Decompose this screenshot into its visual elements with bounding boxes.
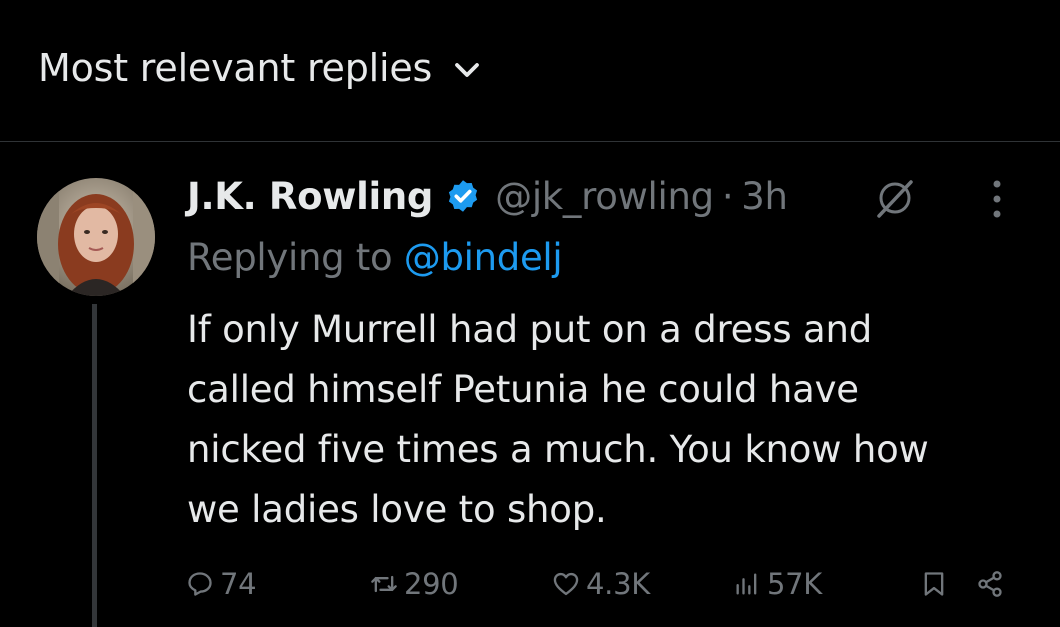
reply-button[interactable]: 74	[186, 562, 257, 606]
bookmark-icon	[924, 572, 944, 596]
reply-mention-link[interactable]: @bindelj	[404, 236, 563, 279]
like-count: 4.3K	[586, 567, 650, 601]
chevron-down-icon	[455, 63, 480, 77]
sort-label: Most relevant replies	[38, 46, 433, 90]
views-chart-icon	[736, 573, 757, 595]
tweet-header: J.K. Rowling @jk_rowling · 3h	[187, 170, 788, 222]
grok-icon[interactable]	[875, 178, 915, 218]
repost-button[interactable]: 290	[370, 562, 459, 606]
sort-replies-dropdown[interactable]: Most relevant replies	[38, 46, 482, 90]
repost-count: 290	[404, 567, 459, 601]
share-button[interactable]	[976, 562, 1004, 606]
reply-icon	[188, 572, 212, 596]
views-count: 57K	[767, 567, 823, 601]
tweet-text-line: nicked five times a much. You know how	[187, 428, 929, 471]
like-button[interactable]: 4.3K	[552, 562, 650, 606]
verified-badge-icon[interactable]	[445, 178, 481, 214]
avatar[interactable]	[37, 178, 155, 296]
avatar-image	[37, 178, 155, 296]
tweet-text: If only Murrell had put on a dress and c…	[187, 300, 1037, 540]
replies-sort-bar: Most relevant replies	[0, 0, 1060, 142]
tweet-timestamp[interactable]: 3h	[741, 175, 788, 218]
replying-to-label: Replying to	[187, 236, 393, 279]
tweet-actions: 74 290 4.3K 57K	[0, 562, 1060, 606]
heart-icon	[553, 572, 579, 596]
tweet-text-line: If only Murrell had put on a dress and	[187, 308, 872, 351]
author-name[interactable]: J.K. Rowling	[187, 175, 433, 218]
reply-count: 74	[220, 567, 257, 601]
more-options-icon[interactable]	[985, 178, 1009, 220]
tweet-text-line: called himself Petunia he could have	[187, 368, 859, 411]
views-button[interactable]: 57K	[733, 562, 822, 606]
author-handle[interactable]: @jk_rowling	[495, 175, 714, 218]
share-icon	[978, 571, 1002, 597]
separator-dot: ·	[721, 174, 734, 218]
tweet-text-line: we ladies love to shop.	[187, 488, 607, 531]
replying-to: Replying to @bindelj	[187, 236, 563, 279]
repost-icon	[371, 575, 397, 593]
bookmark-button[interactable]	[920, 562, 948, 606]
